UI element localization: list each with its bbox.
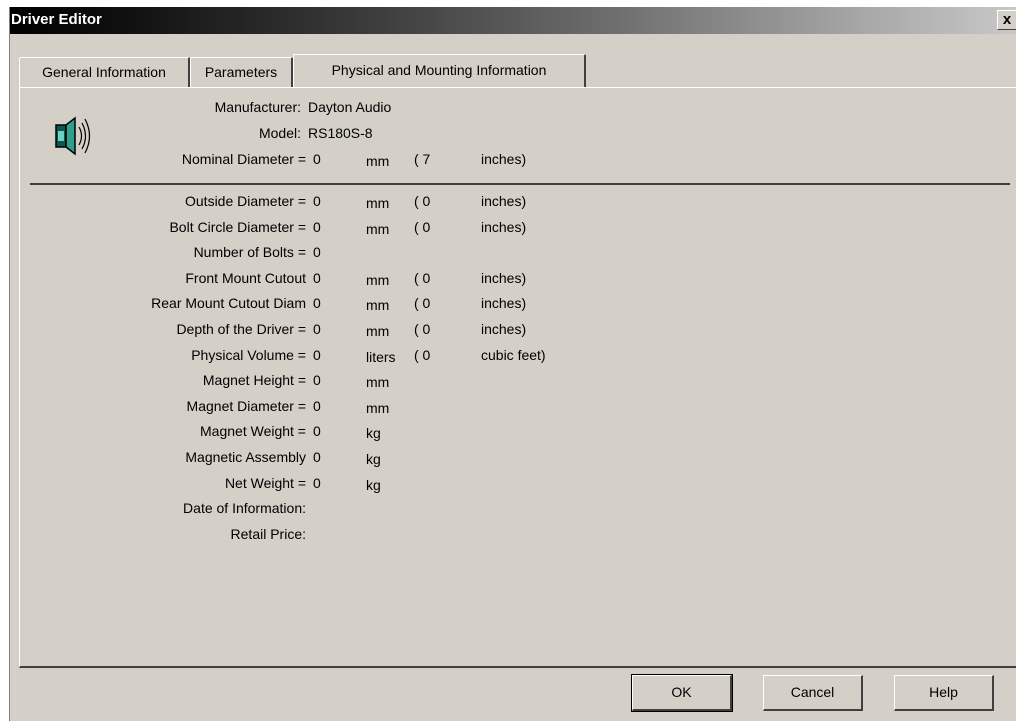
- field-label: Bolt Circle Diameter =: [169, 219, 306, 235]
- tab-label: Physical and Mounting Information: [331, 62, 547, 78]
- field-inches-unit: inches): [481, 219, 527, 235]
- field-value[interactable]: 0: [313, 193, 321, 209]
- field-inches-value: ( 0: [414, 295, 431, 311]
- field-value[interactable]: 0: [313, 347, 321, 363]
- help-button-label: Help: [929, 684, 958, 700]
- field-value[interactable]: 0: [313, 270, 321, 286]
- field-inches-unit: inches): [481, 270, 527, 286]
- field-label: Retail Price:: [230, 526, 306, 542]
- field-label: Date of Information:: [183, 500, 306, 516]
- field-inches-value: ( 0: [414, 193, 431, 209]
- field-value[interactable]: 0: [313, 449, 321, 465]
- field-value[interactable]: 0: [313, 219, 321, 235]
- field-unit: mm: [366, 221, 390, 237]
- field-value[interactable]: 0: [313, 475, 321, 491]
- model-label: Model:: [258, 125, 301, 141]
- field-inches-unit: inches): [481, 321, 527, 337]
- field-inches-value: ( 0: [414, 270, 431, 286]
- field-label: Front Mount Cutout: [185, 270, 306, 286]
- field-label: Outside Diameter =: [185, 193, 306, 209]
- field-unit: mm: [366, 297, 390, 313]
- close-button[interactable]: x: [997, 10, 1016, 30]
- field-unit: mm: [366, 374, 390, 390]
- field-label: Magnet Weight =: [200, 423, 306, 439]
- field-label: Depth of the Driver =: [176, 321, 306, 337]
- field-inches-value: ( 0: [414, 219, 431, 235]
- field-value[interactable]: 0: [313, 321, 321, 337]
- title-bar[interactable]: Driver Editor x: [10, 7, 1016, 34]
- nominal-diameter-label: Nominal Diameter =: [181, 151, 306, 167]
- field-value[interactable]: 0: [313, 423, 321, 439]
- field-unit: kg: [366, 425, 381, 441]
- field-unit: mm: [366, 195, 390, 211]
- field-inches-unit: inches): [481, 295, 527, 311]
- nominal-diameter-value[interactable]: 0: [313, 151, 321, 167]
- speaker-icon: [55, 116, 91, 156]
- field-label: Net Weight =: [224, 475, 306, 491]
- field-label: Magnet Diameter =: [186, 398, 306, 414]
- field-label: Number of Bolts =: [193, 244, 306, 260]
- field-value[interactable]: 0: [313, 398, 321, 414]
- cancel-button[interactable]: Cancel: [763, 675, 863, 711]
- nominal-diameter-inches-value: ( 7: [414, 151, 431, 167]
- field-unit: kg: [366, 451, 381, 467]
- field-unit: mm: [366, 400, 390, 416]
- field-unit: kg: [366, 477, 381, 493]
- cancel-button-label: Cancel: [790, 684, 835, 700]
- nominal-diameter-unit: mm: [366, 153, 390, 169]
- tab-physical-and-mounting-information[interactable]: Physical and Mounting Information: [293, 54, 586, 87]
- model-value: RS180S-8: [308, 125, 373, 141]
- manufacturer-value: Dayton Audio: [308, 99, 392, 115]
- separator-line: [30, 183, 1010, 185]
- field-value[interactable]: 0: [313, 372, 321, 388]
- manufacturer-label: Manufacturer:: [214, 99, 301, 115]
- field-value[interactable]: 0: [313, 244, 321, 260]
- field-unit: liters: [366, 349, 396, 365]
- field-label: Rear Mount Cutout Diam: [151, 295, 306, 311]
- nominal-diameter-inches-unit: inches): [481, 151, 527, 167]
- driver-editor-window: Driver Editor x General Information Para…: [9, 7, 1016, 721]
- field-inches-unit: cubic feet): [481, 347, 546, 363]
- close-icon: x: [1002, 11, 1012, 28]
- field-inches-value: ( 0: [414, 321, 431, 337]
- field-inches-unit: inches): [481, 193, 527, 209]
- field-value[interactable]: 0: [313, 295, 321, 311]
- window-title: Driver Editor: [11, 11, 102, 28]
- tab-general-information[interactable]: General Information: [19, 57, 190, 87]
- field-unit: mm: [366, 323, 390, 339]
- field-inches-value: ( 0: [414, 347, 431, 363]
- field-unit: mm: [366, 272, 390, 288]
- help-button[interactable]: Help: [894, 675, 994, 711]
- field-label: Magnetic Assembly: [185, 449, 306, 465]
- tab-parameters[interactable]: Parameters: [190, 57, 293, 87]
- field-label: Physical Volume =: [191, 347, 306, 363]
- ok-button-label: OK: [671, 684, 692, 700]
- field-label: Magnet Height =: [202, 372, 306, 388]
- ok-button[interactable]: OK: [631, 674, 733, 712]
- tab-label: General Information: [42, 64, 166, 80]
- tab-panel: Manufacturer: Dayton Audio Model: RS180S…: [19, 87, 1016, 668]
- tab-label: Parameters: [204, 64, 278, 80]
